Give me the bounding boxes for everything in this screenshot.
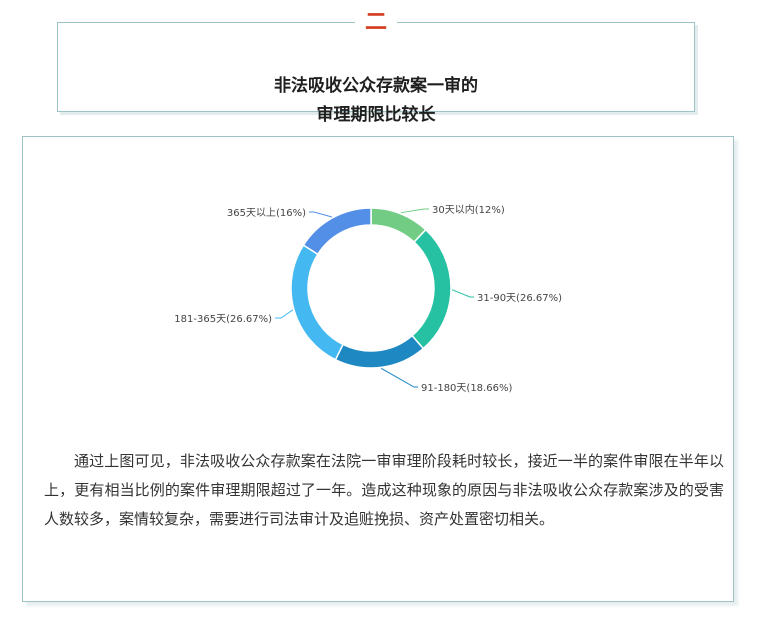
- slice-31-90-days: [411, 228, 452, 350]
- analysis-paragraph: 通过上图可见，非法吸收公众存款案在法院一审审理阶段耗时较长，接近一半的案件审限在…: [44, 452, 724, 528]
- donut-chart: 30天以内(12%) 31-90天(26.67%) 91-180天(18.66%) 1…: [174, 203, 562, 394]
- slice-365-plus-days-label: 365天以上(16%): [227, 207, 306, 219]
- slice-30-days-label: 30天以内(12%): [432, 203, 505, 216]
- slice-31-90-days-leader-line: [451, 289, 474, 298]
- slice-30-days: [370, 207, 427, 244]
- slice-30-days-leader-line: [400, 208, 429, 214]
- slice-91-180-days-label: 91-180天(18.66%): [421, 383, 512, 394]
- slice-91-180-days: [334, 334, 425, 369]
- slice-91-180-days-leader-line: [380, 367, 418, 388]
- slice-181-365-days-leader-line: [275, 309, 294, 319]
- slice-181-365-days-label: 181-365天(26.67%): [174, 314, 272, 325]
- slice-365-plus-days-leader-line: [309, 211, 333, 218]
- slice-181-365-days: [290, 244, 345, 361]
- slice-365-plus-days: [302, 207, 372, 256]
- slice-31-90-days-label: 31-90天(26.67%): [477, 293, 562, 304]
